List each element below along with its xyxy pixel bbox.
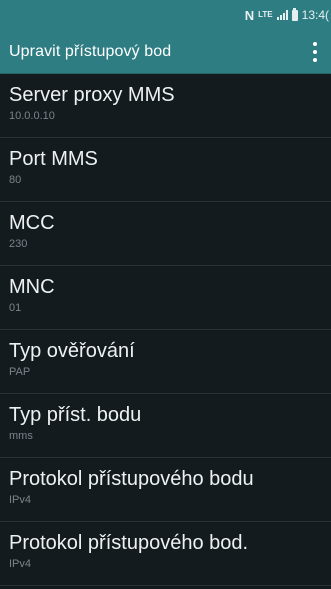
action-bar: Upravit přístupový bod <box>0 30 331 74</box>
nfc-icon: N <box>244 7 255 23</box>
overflow-menu-icon[interactable] <box>309 40 321 64</box>
setting-apn-roaming-protocol[interactable]: Protokol přístupového bod. IPv4 <box>0 522 331 586</box>
setting-title: MCC <box>9 212 55 234</box>
apn-edit-screen: N LTE 13:4( Upravit přístupový bod Serve… <box>0 0 331 589</box>
status-icons: N LTE 13:4( <box>244 7 331 23</box>
page-title: Upravit přístupový bod <box>9 42 172 60</box>
setting-mcc[interactable]: MCC 230 <box>0 202 331 266</box>
apn-settings-list: Server proxy MMS 10.0.0.10 Port MMS 80 M… <box>0 74 331 586</box>
setting-value: 80 <box>9 174 22 186</box>
lte-icon: LTE <box>258 10 273 19</box>
setting-title: Protokol přístupového bodu <box>9 468 254 490</box>
setting-value: 10.0.0.10 <box>9 110 55 122</box>
setting-title: MNC <box>9 276 55 298</box>
setting-apn-type[interactable]: Typ příst. bodu mms <box>0 394 331 458</box>
setting-title: Typ ověřování <box>9 340 135 362</box>
setting-auth-type[interactable]: Typ ověřování PAP <box>0 330 331 394</box>
setting-title: Server proxy MMS <box>9 84 175 106</box>
signal-icon <box>276 10 288 20</box>
setting-apn-protocol[interactable]: Protokol přístupového bodu IPv4 <box>0 458 331 522</box>
setting-value: 230 <box>9 238 28 250</box>
status-bar: N LTE 13:4( <box>0 0 331 30</box>
setting-title: Port MMS <box>9 148 98 170</box>
battery-icon <box>291 7 298 21</box>
setting-title: Protokol přístupového bod. <box>9 532 249 554</box>
status-time: 13:4( <box>301 8 329 22</box>
setting-value: IPv4 <box>9 558 32 570</box>
setting-value: PAP <box>9 366 31 378</box>
setting-mnc[interactable]: MNC 01 <box>0 266 331 330</box>
setting-title: Typ příst. bodu <box>9 404 142 426</box>
setting-value: mms <box>9 430 33 442</box>
setting-value: 01 <box>9 302 22 314</box>
setting-mms-port[interactable]: Port MMS 80 <box>0 138 331 202</box>
setting-mms-proxy[interactable]: Server proxy MMS 10.0.0.10 <box>0 74 331 138</box>
setting-value: IPv4 <box>9 494 32 506</box>
